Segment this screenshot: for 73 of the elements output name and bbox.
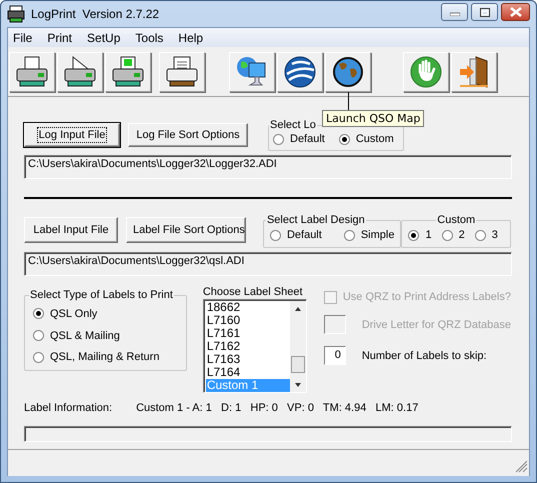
field-label: Number of Labels to skip:	[362, 350, 487, 362]
field-label: Drive Letter for QRZ Database	[362, 318, 511, 330]
radio-button[interactable]	[344, 230, 355, 240]
group-title: Custom	[436, 214, 476, 226]
radio-button[interactable]	[408, 230, 420, 240]
radio-label: Simple	[360, 229, 394, 241]
app-icon	[7, 5, 25, 23]
path-field[interactable]: C:\Users\akira\Documents\Logger32\qsl.ADI	[24, 252, 512, 276]
skip-count-field[interactable]: 0	[324, 346, 346, 365]
list-item[interactable]: L7162	[206, 340, 290, 353]
exit-door-button[interactable]	[451, 52, 497, 92]
list-item[interactable]: L7161	[206, 327, 290, 340]
radio-button[interactable]	[474, 230, 486, 240]
printer-grid-button[interactable]	[105, 52, 151, 92]
radio-button[interactable]	[273, 134, 284, 144]
info-value: Custom 1 - A: 1 D: 1 HP: 0 VP: 0 TM: 4.94 LM: 0.17	[136, 402, 418, 416]
drive-letter-field[interactable]	[324, 315, 346, 334]
minimize-button[interactable]	[441, 3, 468, 21]
network-globe-button[interactable]	[229, 52, 275, 92]
push-button[interactable]: Label File Sort Options	[126, 217, 246, 243]
radio-label: QSL Only	[50, 308, 98, 320]
radio-label: Default	[286, 229, 322, 241]
close-button[interactable]	[501, 3, 530, 21]
leader-line	[348, 92, 349, 110]
maximize-button[interactable]	[471, 3, 498, 21]
restore-icon	[480, 8, 490, 16]
stop-hand-button[interactable]	[403, 52, 449, 92]
list-title: Choose Label Sheet	[202, 285, 304, 299]
resize-grip-icon[interactable]	[516, 461, 528, 473]
group-title: Select Label Design	[266, 214, 366, 226]
push-button[interactable]: Log Input File	[24, 123, 120, 147]
earth-ball-button[interactable]	[277, 52, 323, 92]
menu-item[interactable]: File	[13, 30, 32, 44]
close-icon	[510, 7, 522, 17]
radio-label: 3	[492, 229, 498, 241]
window-title: LogPrint Version 2.7.22	[31, 7, 160, 21]
earth-ball-icon	[282, 54, 318, 90]
globe-button[interactable]	[325, 52, 371, 92]
radio-label: 1	[425, 229, 432, 241]
list-box[interactable]: 18662 L7160 L7161 L7162 L7163 L7164 Custom 1	[202, 299, 307, 393]
info-label: Label Information:	[24, 402, 112, 416]
radio-label: Custom	[356, 133, 394, 145]
menu-item[interactable]: SetUp	[87, 30, 120, 44]
list-item[interactable]: 18662	[206, 301, 290, 314]
list-item[interactable]: L7163	[206, 353, 290, 366]
path-field[interactable]: C:\Users\akira\Documents\Logger32\Logger32.ADI	[24, 155, 512, 179]
list-item[interactable]: L7164	[206, 366, 290, 379]
list-item[interactable]: L7160	[206, 314, 290, 327]
radio-button[interactable]	[33, 330, 44, 341]
checkbox-label: Use QRZ to Print Address Labels?	[342, 291, 511, 303]
globe-icon	[330, 54, 366, 90]
radio-label: 2	[458, 229, 465, 241]
radio-button[interactable]	[33, 308, 44, 320]
menu-item[interactable]: Print	[47, 30, 72, 44]
printer-label-button[interactable]	[57, 52, 103, 92]
menu-item[interactable]: Tools	[135, 30, 164, 44]
tooltip: Launch QSO Map	[322, 110, 424, 127]
printer-blank-button[interactable]	[9, 52, 55, 92]
radio-button[interactable]	[338, 134, 350, 144]
push-button[interactable]: Log File Sort Options	[128, 123, 248, 147]
printer-paper-button[interactable]	[159, 52, 205, 92]
radio-button[interactable]	[270, 230, 281, 240]
radio-label: QSL & Mailing	[50, 330, 120, 342]
group-title: Select Lo	[269, 119, 317, 131]
radio-button[interactable]	[33, 352, 44, 363]
push-button[interactable]: Label Input File	[24, 217, 118, 243]
scrollbar[interactable]	[290, 301, 306, 392]
radio-label: QSL, Mailing & Return	[50, 351, 160, 364]
stop-hand-icon	[408, 54, 444, 90]
group-title: Select Type of Labels to Print	[29, 289, 174, 301]
radio-label: Default	[290, 133, 325, 145]
menu-item[interactable]: Help	[178, 30, 204, 44]
radio-button[interactable]	[442, 230, 453, 240]
